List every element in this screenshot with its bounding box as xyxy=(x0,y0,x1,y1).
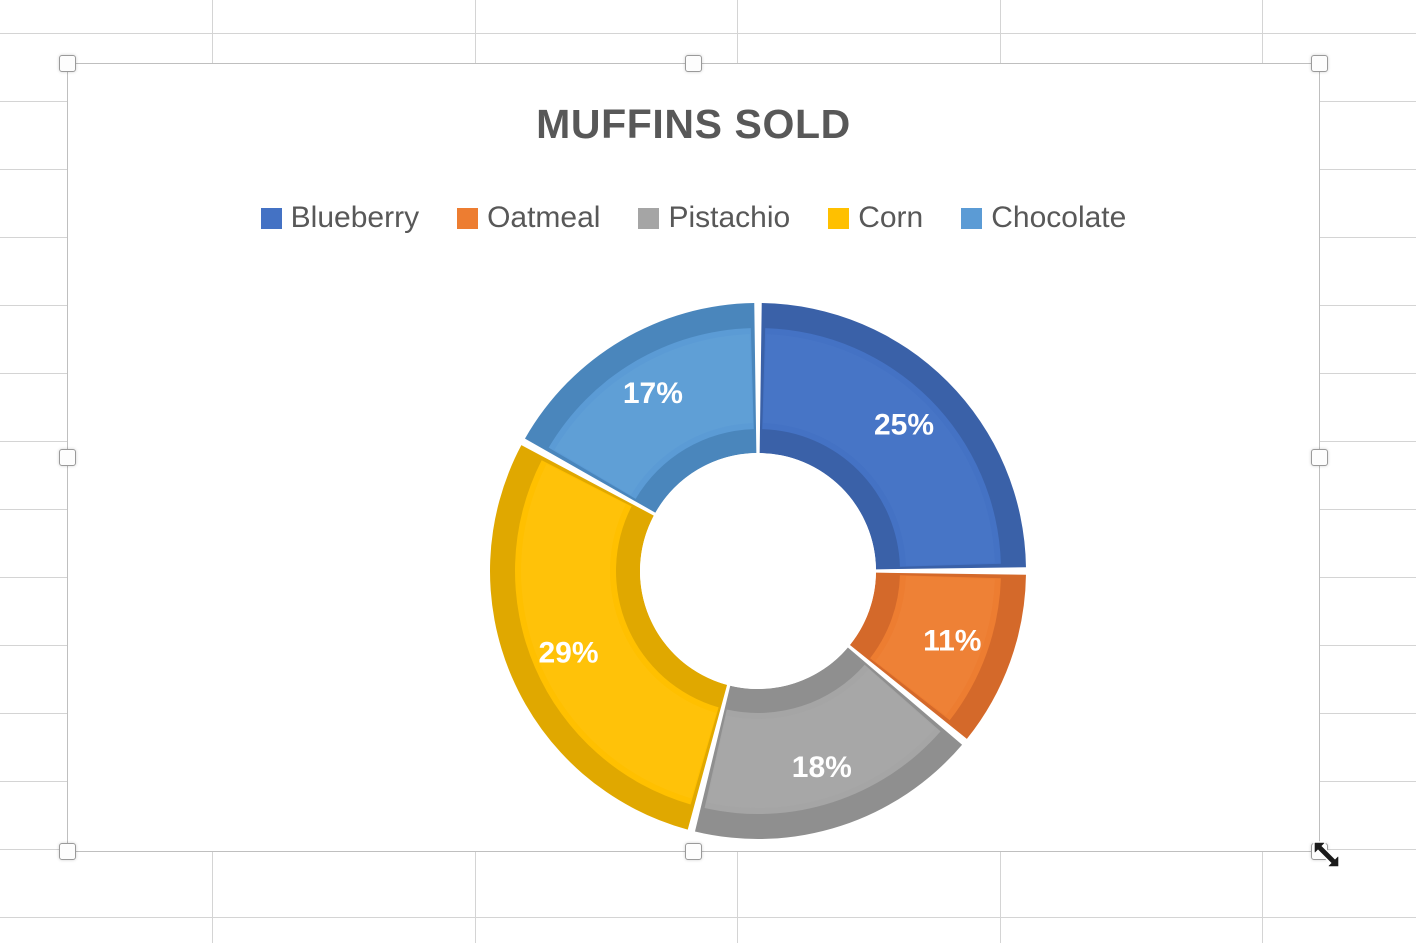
donut-center-hole xyxy=(640,453,876,689)
donut-data-label-oatmeal: 11% xyxy=(923,624,981,657)
handle-top-left[interactable] xyxy=(59,55,76,72)
legend-entry-pistachio[interactable]: Pistachio xyxy=(638,203,790,233)
handle-middle-left[interactable] xyxy=(59,449,76,466)
donut-plot-area[interactable]: 25% 11% 18% 29% 17% xyxy=(476,289,1040,853)
legend-swatch-icon-corn xyxy=(828,207,850,229)
legend-label: Blueberry xyxy=(290,201,420,234)
legend-swatch-icon-blueberry xyxy=(260,207,282,229)
chart-object[interactable]: MUFFINS SOLD Blueberry Oatmeal Pistachio Co… xyxy=(67,63,1320,852)
donut-data-label-blueberry: 25% xyxy=(874,408,934,441)
handle-top-center[interactable] xyxy=(685,55,702,72)
legend-entry-oatmeal[interactable]: Oatmeal xyxy=(457,203,600,233)
donut-data-label-pistachio: 18% xyxy=(792,751,852,784)
handle-middle-right[interactable] xyxy=(1311,449,1328,466)
donut-data-label-corn: 29% xyxy=(538,637,598,670)
legend-entry-corn[interactable]: Corn xyxy=(828,203,923,233)
legend-swatch-icon-pistachio xyxy=(638,207,660,229)
handle-bottom-left[interactable] xyxy=(59,843,76,860)
chart-title[interactable]: MUFFINS SOLD xyxy=(67,101,1320,148)
donut-chart-svg[interactable]: 25% 11% 18% 29% 17% xyxy=(476,289,1040,853)
chart-legend[interactable]: Blueberry Oatmeal Pistachio Corn Chocolate xyxy=(67,203,1320,233)
handle-bottom-right[interactable] xyxy=(1311,843,1328,860)
grid-line-horizontal-0 xyxy=(0,33,1416,34)
legend-label: Corn xyxy=(858,201,924,234)
grid-line-horizontal-13 xyxy=(0,917,1416,918)
legend-label: Oatmeal xyxy=(487,201,601,234)
legend-label: Chocolate xyxy=(991,201,1127,234)
legend-label: Pistachio xyxy=(668,201,791,234)
legend-entry-chocolate[interactable]: Chocolate xyxy=(961,203,1126,233)
handle-top-right[interactable] xyxy=(1311,55,1328,72)
legend-swatch-icon-oatmeal xyxy=(457,207,479,229)
donut-data-label-chocolate: 17% xyxy=(623,377,683,410)
handle-bottom-center[interactable] xyxy=(685,843,702,860)
legend-entry-blueberry[interactable]: Blueberry xyxy=(260,201,420,234)
legend-swatch-icon-chocolate xyxy=(961,207,983,229)
